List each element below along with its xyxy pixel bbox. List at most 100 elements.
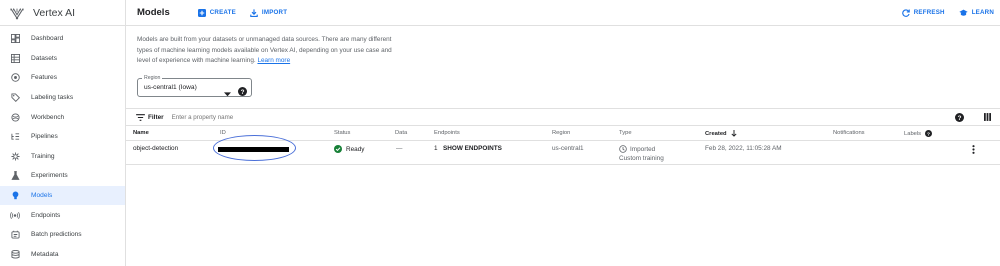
column-header-type[interactable]: Type	[619, 130, 632, 136]
sidebar-item-batch-predictions[interactable]: Batch predictions	[0, 225, 125, 245]
column-header-data[interactable]: Data	[395, 130, 407, 136]
learn-label: LEARN	[971, 9, 994, 16]
sidebar-item-label: Endpoints	[31, 211, 61, 219]
created-label: Created	[705, 130, 727, 137]
model-name-link[interactable]: object-detection	[133, 145, 178, 152]
region-select-value: us-central1 (Iowa)	[144, 84, 197, 91]
column-display-icon[interactable]	[984, 113, 991, 121]
vertex-ai-logo-icon	[10, 7, 24, 19]
endpoints-count: 1	[434, 145, 438, 152]
column-header-created[interactable]: Created	[705, 130, 737, 137]
caret-down-icon	[224, 84, 231, 102]
sidebar-item-metadata[interactable]: Metadata	[0, 245, 125, 265]
endpoints-icon	[10, 210, 20, 220]
sidebar-item-label: Experiments	[31, 172, 68, 180]
metadata-icon	[10, 249, 20, 259]
sort-arrow-down-icon	[731, 130, 737, 137]
sidebar-item-label: Pipelines	[31, 133, 58, 141]
region-select-label: Region	[142, 75, 163, 81]
header-actions: REFRESH LEARN	[901, 8, 994, 17]
svg-text:?: ?	[927, 131, 930, 137]
table-row[interactable]: object-detection Ready — 1 SHOW ENDPOINT…	[126, 135, 1000, 165]
labels-label: Labels	[904, 130, 922, 137]
page-title: Models	[137, 7, 170, 18]
page-header: Models CREATE IMPORT REFRESH LEARN	[126, 0, 1000, 26]
learn-button[interactable]: LEARN	[959, 9, 994, 17]
workbench-icon	[10, 112, 20, 122]
lightbulb-icon	[10, 191, 20, 201]
column-header-notifications[interactable]: Notifications	[833, 130, 865, 136]
learn-more-link[interactable]: Learn more	[257, 57, 290, 64]
flask-icon	[10, 171, 20, 181]
page-description: Models are built from your datasets or u…	[137, 35, 399, 67]
region-value: us-central1	[552, 145, 584, 152]
brand-title: Vertex AI	[33, 6, 76, 19]
refresh-icon	[901, 8, 910, 17]
sidebar-item-features[interactable]: Features	[0, 68, 125, 88]
sidebar-item-label: Labeling tasks	[31, 94, 74, 102]
import-icon	[250, 8, 258, 17]
filter-actions: ?	[955, 112, 1000, 122]
status-badge: Ready	[334, 145, 364, 153]
datasets-icon	[10, 53, 20, 63]
check-circle-icon	[334, 145, 342, 153]
labels-help-icon[interactable]: ?	[925, 130, 933, 137]
sidebar-item-experiments[interactable]: Experiments	[0, 166, 125, 186]
filter-icon	[136, 113, 145, 121]
tag-icon	[10, 93, 20, 103]
pipelines-icon	[10, 132, 20, 142]
dashboard-icon	[10, 34, 20, 44]
column-header-id[interactable]: ID	[220, 130, 226, 136]
column-header-region[interactable]: Region	[552, 130, 570, 136]
sidebar-item-models[interactable]: Models	[0, 185, 125, 206]
create-button[interactable]: CREATE	[197, 8, 236, 17]
column-header-endpoints[interactable]: Endpoints	[434, 130, 460, 136]
data-value: —	[396, 145, 403, 152]
refresh-button[interactable]: REFRESH	[901, 8, 945, 17]
brand[interactable]: Vertex AI	[0, 0, 125, 26]
more-vert-icon[interactable]	[972, 145, 975, 154]
batch-icon	[10, 230, 20, 240]
region-select[interactable]: Region us-central1 (Iowa)	[137, 75, 252, 97]
sidebar: Vertex AI Dashboard Datasets Features La…	[0, 0, 126, 266]
refresh-label: REFRESH	[913, 9, 945, 16]
filter-bar: Filter ?	[126, 108, 1000, 126]
sidebar-item-label: Datasets	[31, 54, 58, 62]
features-icon	[10, 73, 20, 83]
sidebar-item-label: Metadata	[31, 250, 59, 258]
column-header-labels[interactable]: Labels ?	[904, 130, 933, 137]
sidebar-item-label: Features	[31, 74, 58, 82]
sidebar-item-label: Workbench	[31, 113, 65, 121]
sidebar-item-labeling-tasks[interactable]: Labeling tasks	[0, 88, 125, 108]
training-icon	[10, 151, 20, 161]
region-help-icon[interactable]: ?	[238, 83, 247, 101]
create-label: CREATE	[209, 9, 236, 16]
column-header-name[interactable]: Name	[133, 130, 149, 136]
type-primary-text: Imported	[630, 145, 656, 153]
sidebar-nav: Dashboard Datasets Features Labeling tas…	[0, 26, 125, 264]
sidebar-item-label: Models	[31, 192, 53, 200]
sidebar-item-label: Batch predictions	[31, 231, 82, 239]
sidebar-item-dashboard[interactable]: Dashboard	[0, 29, 125, 49]
type-primary: Imported	[619, 145, 655, 153]
highlight-ellipse	[213, 135, 296, 161]
import-button[interactable]: IMPORT	[250, 8, 288, 17]
sidebar-item-datasets[interactable]: Datasets	[0, 49, 125, 69]
created-value: Feb 28, 2022, 11:05:28 AM	[705, 145, 782, 152]
status-text: Ready	[346, 145, 365, 153]
column-header-status[interactable]: Status	[334, 130, 350, 136]
filter-label: Filter	[148, 113, 164, 121]
sidebar-item-label: Training	[31, 152, 55, 160]
sidebar-item-endpoints[interactable]: Endpoints	[0, 205, 125, 225]
school-icon	[959, 9, 968, 17]
sidebar-item-training[interactable]: Training	[0, 147, 125, 167]
import-history-icon	[619, 145, 627, 153]
sidebar-item-workbench[interactable]: Workbench	[0, 107, 125, 127]
sidebar-item-pipelines[interactable]: Pipelines	[0, 127, 125, 147]
filter-input[interactable]	[171, 113, 372, 121]
show-endpoints-link[interactable]: SHOW ENDPOINTS	[443, 145, 502, 152]
help-icon[interactable]: ?	[955, 112, 964, 122]
import-label: IMPORT	[261, 9, 288, 16]
svg-text:?: ?	[241, 89, 245, 96]
sidebar-item-label: Dashboard	[31, 35, 64, 43]
